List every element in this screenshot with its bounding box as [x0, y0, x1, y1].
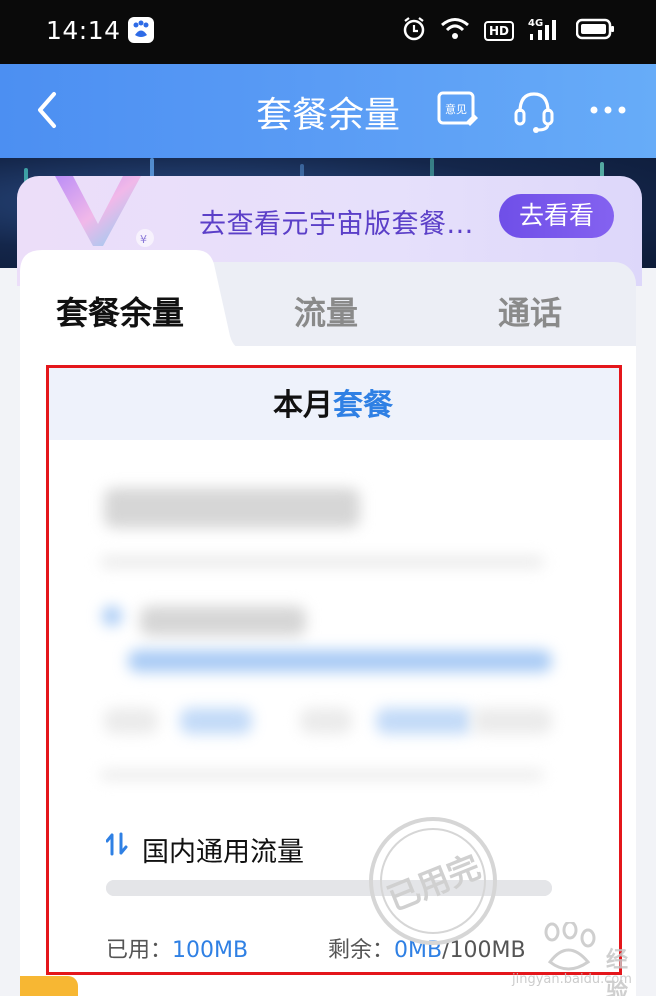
used-up-stamp: 已用完 — [366, 814, 500, 952]
used-value: 100MB — [172, 938, 249, 963]
blurred-used-label — [104, 708, 158, 734]
floating-widget-tab[interactable] — [20, 976, 78, 996]
status-bar: 14:14 HD 4G — [0, 0, 656, 64]
app-bar: 套餐余量 意见 — [0, 64, 656, 158]
card-header-accent: 套餐 — [333, 388, 393, 423]
watermark: 经验 jingyan.baidu.com — [512, 920, 632, 996]
svg-text:已用完: 已用完 — [382, 847, 485, 918]
promo-text: 去查看元宇宙版套餐... — [199, 209, 474, 240]
data-transfer-icon — [105, 832, 128, 860]
headset-icon[interactable] — [512, 88, 556, 138]
blurred-used-value — [180, 708, 252, 734]
used-row: 已用：100MB — [106, 932, 248, 964]
tab-data[interactable]: 流量 — [294, 288, 358, 334]
watermark-url: jingyan.baidu.com — [512, 972, 632, 987]
card-header-prefix: 本月 — [273, 388, 333, 423]
domestic-data-title: 国内通用流量 — [142, 837, 304, 868]
battery-icon — [575, 18, 616, 44]
alarm-icon — [402, 16, 426, 46]
used-label: 已用： — [106, 938, 173, 963]
watermark-paw-icon — [544, 920, 596, 971]
watermark-text: 经验 — [606, 948, 629, 996]
svg-text:意见: 意见 — [445, 102, 467, 116]
tab-package-balance[interactable]: 套餐余量 — [56, 288, 184, 334]
blurred-package-name — [104, 488, 360, 528]
page-title: 套餐余量 — [255, 95, 400, 136]
baidu-app-icon — [128, 17, 154, 43]
feedback-icon[interactable]: 意见 — [436, 88, 480, 136]
svg-text:¥: ¥ — [140, 233, 147, 246]
signal-icon: 4G — [528, 16, 562, 46]
tab-bar: 套餐余量 流量 通话 — [20, 250, 636, 350]
blurred-remain-value — [376, 708, 472, 734]
metaverse-logo-icon: ¥ — [37, 176, 167, 260]
blurred-total — [472, 708, 552, 734]
status-icons: HD 4G — [402, 14, 616, 48]
card-header: 本月套餐 — [46, 366, 620, 440]
blurred-divider-2 — [100, 770, 544, 780]
more-icon[interactable] — [588, 90, 628, 134]
tab-bar-inactive-background — [200, 262, 636, 350]
card-header-title: 本月套餐 — [46, 380, 620, 424]
blurred-progress-bar — [128, 650, 552, 672]
tab-calls[interactable]: 通话 — [498, 288, 562, 334]
svg-text:4G: 4G — [528, 18, 543, 29]
status-time: 14:14 — [46, 16, 121, 45]
blurred-item-title — [140, 606, 306, 636]
promo-go-button[interactable]: 去看看 — [499, 194, 614, 238]
blurred-item-icon — [102, 606, 122, 626]
blurred-divider — [100, 556, 544, 568]
blurred-remain-label — [300, 708, 352, 734]
wifi-icon — [440, 17, 470, 45]
hd-badge: HD — [483, 21, 514, 41]
